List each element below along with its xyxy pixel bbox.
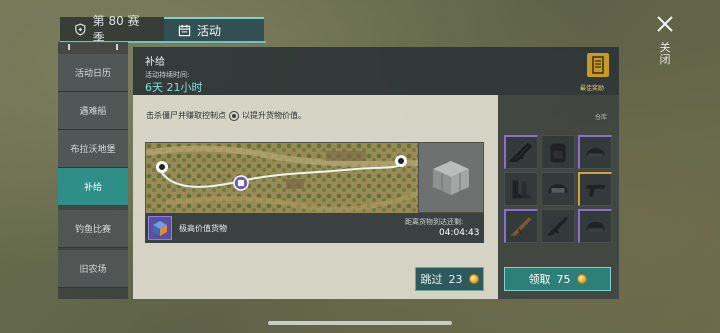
route-map	[145, 142, 420, 215]
skip-cost: 23	[448, 272, 463, 286]
backpack-icon	[550, 143, 566, 163]
arrival-timer-value: 04:04:43	[439, 228, 480, 238]
map-image	[146, 143, 419, 214]
reward-slot-6[interactable]	[578, 172, 612, 206]
coin-icon	[468, 274, 479, 284]
arrival-timer-label: 距离货物到达还剩:	[405, 218, 464, 226]
sidebar-item-label: 补给	[83, 183, 102, 193]
sidebar-item-label: 布拉沃地堡	[70, 145, 116, 155]
home-indicator[interactable]	[268, 321, 452, 325]
helmet-icon	[586, 221, 605, 232]
helmet-icon	[548, 184, 568, 193]
description: 击杀僵尸并赚取控制点 以提升货物价值。	[146, 110, 306, 121]
reward-slot-7[interactable]	[504, 209, 538, 243]
best-reward-icon[interactable]	[587, 53, 609, 77]
tab-activity[interactable]: 活动	[164, 17, 264, 41]
calendar-icon	[178, 24, 191, 36]
top-tabs: 第 80 赛季 活动	[60, 14, 264, 45]
page-title: 补给	[145, 57, 165, 68]
crate-preview	[418, 142, 484, 213]
helmet-icon	[586, 148, 605, 158]
sidebar-item-old-farm[interactable]: 旧农场	[58, 250, 128, 288]
claim-button[interactable]: 领取 75	[504, 267, 611, 291]
sidebar-item-supply[interactable]: 补给	[58, 168, 128, 206]
reward-slot-4[interactable]	[504, 172, 538, 206]
sidebar-item-shipwreck[interactable]: 遇难船	[58, 92, 128, 130]
warehouse-label: 仓库	[595, 114, 608, 121]
control-point-icon	[229, 110, 239, 121]
close-label[interactable]: 关闭	[658, 42, 672, 66]
reward-slot-9[interactable]	[578, 209, 612, 243]
reward-slot-1[interactable]	[504, 135, 538, 169]
reward-slot-2[interactable]	[541, 135, 575, 169]
shield-icon	[75, 22, 86, 36]
reward-slot-5[interactable]	[541, 172, 575, 206]
sidebar-item-bravo-bunker[interactable]: 布拉沃地堡	[58, 130, 128, 168]
sidebar-scroll-handle[interactable]	[68, 44, 118, 50]
tab-activity-label: 活动	[197, 23, 222, 38]
sidebar-item-label: 遇难船	[79, 107, 107, 117]
sidebar-item-label: 活动日历	[74, 69, 111, 79]
rifle-icon	[546, 216, 569, 236]
skip-button[interactable]: 跳过 23	[415, 267, 484, 291]
cargo-name: 极高价值货物	[179, 224, 227, 233]
boots-icon	[512, 180, 532, 199]
rifle-icon	[510, 217, 532, 236]
close-icon[interactable]	[655, 14, 675, 34]
tab-season[interactable]: 第 80 赛季	[60, 14, 164, 45]
description-text-2: 以提升货物价值。	[242, 111, 306, 120]
description-text: 击杀僵尸并赚取控制点	[146, 111, 226, 120]
sidebar-item-calendar[interactable]: 活动日历	[58, 54, 128, 92]
reward-slot-3[interactable]	[578, 135, 612, 169]
reward-slot-8[interactable]	[541, 209, 575, 243]
pistol-icon	[586, 184, 605, 197]
sidebar-item-label: 旧农场	[79, 265, 107, 275]
cargo-icon	[148, 216, 172, 240]
claim-button-label: 领取	[528, 273, 551, 286]
sidebar-item-fishing[interactable]: 钓鱼比赛	[58, 210, 128, 248]
rifle-icon	[508, 142, 533, 162]
crate-icon	[433, 161, 469, 195]
best-reward-label: 最佳奖励	[580, 85, 605, 92]
skip-button-label: 跳过	[420, 273, 443, 286]
sidebar-item-label: 钓鱼比赛	[74, 225, 111, 235]
duration-value: 6天 21小时	[145, 81, 203, 94]
claim-cost: 75	[556, 272, 571, 286]
coin-icon	[576, 274, 587, 284]
